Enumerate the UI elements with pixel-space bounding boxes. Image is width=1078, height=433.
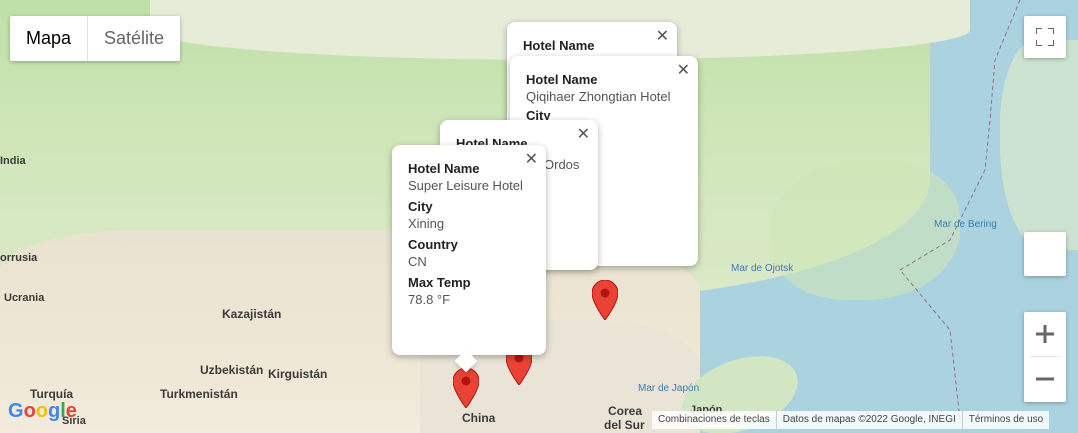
label-mar-de-japon: Mar de Japón — [638, 383, 700, 394]
city-value-partial: Ordos — [544, 157, 580, 172]
map-type-map-button[interactable]: Mapa — [10, 16, 89, 61]
map-type-control: Mapa Satélite — [10, 16, 181, 61]
hotel-name-label: Hotel Name — [408, 161, 480, 176]
city-label: City — [408, 199, 433, 214]
minus-icon — [1036, 377, 1054, 381]
label-india: India — [0, 155, 26, 167]
google-logo[interactable]: Google — [8, 400, 77, 423]
country-label: Country — [408, 237, 458, 252]
hotel-name-label: Hotel Name — [526, 72, 598, 87]
label-kazajistan: Kazajistán — [222, 307, 282, 321]
label-ucrania: Ucrania — [4, 292, 45, 304]
label-kirguistan: Kirguistán — [268, 367, 328, 381]
date-line-boundary — [899, 0, 1021, 420]
label-china: China — [462, 411, 496, 425]
close-icon[interactable]: ✕ — [525, 149, 538, 169]
city-value: Xining — [408, 216, 445, 231]
keyboard-shortcuts-link[interactable]: Combinaciones de teclas — [652, 411, 777, 429]
max-temp-value: 78.8 °F — [408, 292, 451, 307]
fullscreen-button[interactable] — [1024, 16, 1066, 58]
max-temp-label: Max Temp — [408, 275, 471, 290]
close-icon[interactable]: ✕ — [677, 60, 690, 80]
close-icon[interactable]: ✕ — [577, 124, 590, 144]
label-del-sur: del Sur — [604, 418, 645, 432]
terms-link[interactable]: Términos de uso — [963, 411, 1049, 429]
info-window-xining: ✕ Hotel Name Super Leisure Hotel City Xi… — [392, 145, 546, 355]
map-type-satellite-button[interactable]: Satélite — [88, 16, 180, 61]
close-icon[interactable]: ✕ — [656, 26, 669, 46]
map-data-text: Datos de mapas ©2022 Google, INEGI — [777, 411, 963, 429]
label-turkmenistan: Turkmenistán — [160, 387, 238, 401]
hotel-name-value: Qiqihaer Zhongtian Hotel — [526, 89, 671, 104]
attribution-bar: Combinaciones de teclas Datos de mapas ©… — [652, 411, 1050, 429]
marker-pin-icon[interactable] — [592, 280, 618, 320]
label-bielorrusia: orrusia — [0, 252, 38, 264]
zoom-in-button[interactable] — [1024, 312, 1066, 356]
label-corea: Corea — [608, 404, 643, 418]
map[interactable]: India orrusia Ucrania Kazajistán Uzbekis… — [0, 0, 1078, 433]
marker-pin-icon[interactable] — [453, 368, 479, 408]
label-uzbekistan: Uzbekistán — [200, 363, 264, 377]
label-turquia: Turquía — [30, 387, 74, 401]
street-view-control[interactable] — [1024, 232, 1066, 276]
zoom-control — [1024, 312, 1066, 402]
plus-icon — [1036, 325, 1054, 343]
hotel-name-label: Hotel Name — [523, 38, 595, 53]
hotel-name-value: Super Leisure Hotel — [408, 178, 523, 193]
zoom-out-button[interactable] — [1024, 357, 1066, 401]
label-mar-de-ojotsk: Mar de Ojotsk — [731, 263, 794, 274]
fullscreen-icon — [1036, 28, 1054, 46]
country-value: CN — [408, 254, 427, 269]
